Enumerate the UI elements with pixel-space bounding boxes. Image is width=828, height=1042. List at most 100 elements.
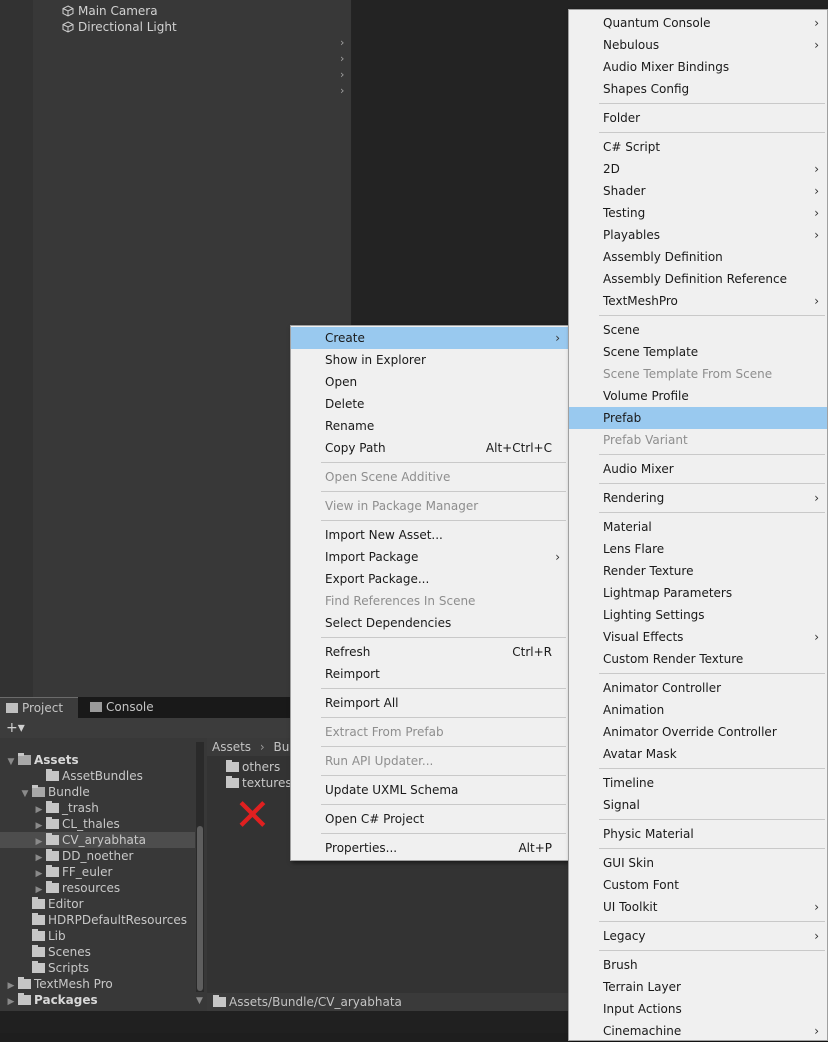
tree-item-lib[interactable]: Lib — [18, 928, 66, 944]
shortcut-label: Alt+P — [518, 841, 552, 855]
tree-item-hdrpdefaultresources[interactable]: HDRPDefaultResources — [18, 912, 187, 928]
menu-item-avatar-mask[interactable]: Avatar Mask — [569, 743, 827, 765]
expand-arrow-icon[interactable]: ▼ — [4, 754, 18, 770]
menu-item-scene-template[interactable]: Scene Template — [569, 341, 827, 363]
tree-item-scenes[interactable]: Scenes — [18, 944, 91, 960]
tree-item-cv-aryabhata[interactable]: ▶ CV_aryabhata — [32, 832, 146, 848]
tree-item-bundle[interactable]: ▼ Bundle — [18, 784, 90, 800]
menu-item-cinemachine[interactable]: Cinemachine › — [569, 1020, 827, 1042]
menu-item-animation[interactable]: Animation — [569, 699, 827, 721]
menu-item-2d[interactable]: 2D › — [569, 158, 827, 180]
tree-item-textmesh-pro[interactable]: ▶ TextMesh Pro — [4, 976, 113, 992]
submenu-arrow-icon: › — [814, 38, 819, 52]
folder-item-others[interactable]: others — [226, 759, 280, 775]
hierarchy-item-directional-light[interactable]: Directional Light — [62, 19, 177, 35]
menu-item-select-dependencies[interactable]: Select Dependencies — [291, 612, 568, 634]
tree-item-assets[interactable]: ▼ Assets — [4, 752, 79, 768]
menu-item-lighting-settings[interactable]: Lighting Settings — [569, 604, 827, 626]
menu-item-visual-effects[interactable]: Visual Effects › — [569, 626, 827, 648]
tree-item-scripts[interactable]: Scripts — [18, 960, 89, 976]
tree-item-editor[interactable]: Editor — [18, 896, 84, 912]
menu-item-import-new-asset[interactable]: Import New Asset... — [291, 524, 568, 546]
menu-item-quantum-console[interactable]: Quantum Console › — [569, 12, 827, 34]
menu-item-animator-controller[interactable]: Animator Controller — [569, 677, 827, 699]
menu-item-update-uxml-schema[interactable]: Update UXML Schema — [291, 779, 568, 801]
expand-arrow-icon[interactable]: ▼ — [18, 786, 32, 802]
menu-item-prefab[interactable]: Prefab — [569, 407, 827, 429]
menu-item-lightmap-parameters[interactable]: Lightmap Parameters — [569, 582, 827, 604]
menu-item-refresh[interactable]: Refresh Ctrl+R — [291, 641, 568, 663]
scroll-down-icon[interactable]: ▼ — [196, 996, 203, 1006]
menu-item-input-actions[interactable]: Input Actions — [569, 998, 827, 1020]
menu-item-rendering[interactable]: Rendering › — [569, 487, 827, 509]
menu-item-nebulous[interactable]: Nebulous › — [569, 34, 827, 56]
red-x-annotation: ✕ — [234, 790, 271, 841]
menu-item-properties[interactable]: Properties... Alt+P — [291, 837, 568, 859]
menu-item-open-c-project[interactable]: Open C# Project — [291, 808, 568, 830]
menu-item-reimport[interactable]: Reimport — [291, 663, 568, 685]
chevron-right-icon[interactable]: › — [340, 51, 344, 67]
menu-item-delete[interactable]: Delete — [291, 393, 568, 415]
tree-item-trash[interactable]: ▶ _trash — [32, 800, 99, 816]
tree-item-cl-thales[interactable]: ▶ CL_thales — [32, 816, 120, 832]
menu-item-label: Animator Controller — [603, 681, 722, 695]
menu-item-terrain-layer[interactable]: Terrain Layer — [569, 976, 827, 998]
menu-item-import-package[interactable]: Import Package › — [291, 546, 568, 568]
menu-item-folder[interactable]: Folder — [569, 107, 827, 129]
tab-project[interactable]: Project — [0, 697, 78, 719]
menu-separator — [321, 520, 566, 521]
chevron-right-icon[interactable]: › — [340, 35, 344, 51]
menu-item-lens-flare[interactable]: Lens Flare — [569, 538, 827, 560]
menu-item-create[interactable]: Create › — [291, 327, 568, 349]
menu-item-c-script[interactable]: C# Script — [569, 136, 827, 158]
menu-item-ui-toolkit[interactable]: UI Toolkit › — [569, 896, 827, 918]
menu-item-material[interactable]: Material — [569, 516, 827, 538]
menu-item-custom-render-texture[interactable]: Custom Render Texture — [569, 648, 827, 670]
menu-item-shader[interactable]: Shader › — [569, 180, 827, 202]
tree-scrollbar-thumb[interactable] — [197, 826, 203, 991]
menu-item-scene[interactable]: Scene — [569, 319, 827, 341]
collapse-arrow-icon[interactable]: ▶ — [4, 994, 18, 1010]
menu-item-reimport-all[interactable]: Reimport All — [291, 692, 568, 714]
submenu-arrow-icon: › — [814, 1024, 819, 1038]
menu-item-assembly-definition[interactable]: Assembly Definition — [569, 246, 827, 268]
chevron-right-icon[interactable]: › — [340, 67, 344, 83]
menu-item-playables[interactable]: Playables › — [569, 224, 827, 246]
menu-item-gui-skin[interactable]: GUI Skin — [569, 852, 827, 874]
folder-item-textures[interactable]: textures — [226, 775, 292, 791]
add-asset-button[interactable]: +▾ — [6, 719, 25, 737]
menu-item-render-texture[interactable]: Render Texture — [569, 560, 827, 582]
chevron-right-icon[interactable]: › — [340, 83, 344, 99]
tree-item-packages[interactable]: ▶ Packages — [4, 992, 98, 1008]
tree-item-ff-euler[interactable]: ▶ FF_euler — [32, 864, 112, 880]
menu-item-show-in-explorer[interactable]: Show in Explorer — [291, 349, 568, 371]
tree-item-assetbundles[interactable]: AssetBundles — [32, 768, 143, 784]
menu-item-label: Update UXML Schema — [325, 783, 459, 797]
tree-item-resources[interactable]: ▶ resources — [32, 880, 120, 896]
menu-item-volume-profile[interactable]: Volume Profile — [569, 385, 827, 407]
menu-item-brush[interactable]: Brush — [569, 954, 827, 976]
menu-item-shapes-config[interactable]: Shapes Config — [569, 78, 827, 100]
menu-separator — [321, 746, 566, 747]
hierarchy-item-main-camera[interactable]: Main Camera — [62, 3, 158, 19]
tab-console[interactable]: Console — [84, 697, 164, 718]
menu-item-export-package[interactable]: Export Package... — [291, 568, 568, 590]
breadcrumb-assets[interactable]: Assets — [212, 740, 251, 754]
menu-item-custom-font[interactable]: Custom Font — [569, 874, 827, 896]
menu-item-label: Import New Asset... — [325, 528, 443, 542]
tree-item-dd-noether[interactable]: ▶ DD_noether — [32, 848, 133, 864]
menu-item-legacy[interactable]: Legacy › — [569, 925, 827, 947]
menu-item-copy-path[interactable]: Copy Path Alt+Ctrl+C — [291, 437, 568, 459]
menu-item-testing[interactable]: Testing › — [569, 202, 827, 224]
menu-item-audio-mixer-bindings[interactable]: Audio Mixer Bindings — [569, 56, 827, 78]
menu-item-textmeshpro[interactable]: TextMeshPro › — [569, 290, 827, 312]
folder-icon — [46, 881, 59, 893]
menu-item-assembly-definition-reference[interactable]: Assembly Definition Reference — [569, 268, 827, 290]
menu-item-physic-material[interactable]: Physic Material — [569, 823, 827, 845]
menu-item-timeline[interactable]: Timeline — [569, 772, 827, 794]
menu-item-rename[interactable]: Rename — [291, 415, 568, 437]
menu-item-animator-override-controller[interactable]: Animator Override Controller — [569, 721, 827, 743]
menu-item-signal[interactable]: Signal — [569, 794, 827, 816]
menu-item-audio-mixer[interactable]: Audio Mixer — [569, 458, 827, 480]
menu-item-open[interactable]: Open — [291, 371, 568, 393]
